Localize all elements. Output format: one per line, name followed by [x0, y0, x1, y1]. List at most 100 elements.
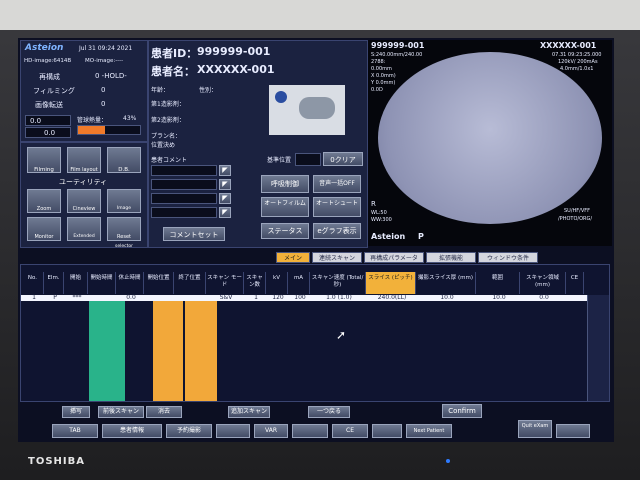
table-cell: 10.0: [492, 294, 506, 301]
comment-field-2[interactable]: [151, 179, 217, 190]
monitor-button[interactable]: Monitor: [27, 217, 61, 241]
table-cell: 10.0: [440, 294, 454, 301]
comment-set-button[interactable]: コメントセット: [163, 227, 225, 241]
contrast2-label: 第2造影剤：: [151, 117, 185, 124]
image-patient-name: XXXXXX-001: [540, 41, 597, 50]
undo-button[interactable]: 一つ戻る: [308, 406, 350, 418]
next-patient-button[interactable]: Next Patient: [406, 424, 452, 438]
column-header: スキャン モード: [206, 272, 244, 294]
column-header: Elm.: [44, 272, 64, 294]
column-header: 休止時間: [116, 272, 144, 294]
image-transfer-label: 画像転送: [35, 101, 63, 109]
image-selector-button[interactable]: Image selector: [107, 189, 141, 249]
egraph-button[interactable]: eグラフ表示: [313, 223, 361, 239]
pre-post-scan-button[interactable]: 前後スキャン: [98, 406, 144, 418]
table-cell: 240.0(LL): [377, 294, 407, 301]
posterior-marker: P: [418, 232, 424, 241]
auto-film-button[interactable]: オートフィルム: [261, 197, 309, 217]
blank-button-2[interactable]: [292, 424, 328, 438]
zero-clear-label: 0クリア: [330, 156, 356, 164]
ce-button[interactable]: CE: [332, 424, 368, 438]
quit-exam-label: Quit eXam: [521, 423, 549, 429]
var-button[interactable]: VAR: [254, 424, 288, 438]
comment-field-4[interactable]: [151, 207, 217, 218]
value-a: 0.0: [30, 117, 42, 125]
zoom-button[interactable]: Zoom: [27, 189, 61, 213]
insert-button[interactable]: 挿写: [62, 406, 90, 418]
monitor-label: Monitor: [34, 234, 54, 240]
table-scrollbar[interactable]: [587, 295, 609, 401]
table-cell: 100: [294, 294, 306, 301]
confirm-button[interactable]: Confirm: [442, 404, 482, 418]
column-header: スライス (ピッチ): [366, 272, 416, 294]
image-info-4: X 0.0mm): [371, 73, 396, 79]
zero-clear-button[interactable]: 0クリア: [323, 152, 363, 166]
add-scan-label: 追加スキャン: [230, 408, 267, 415]
comment-select-1[interactable]: ◤: [219, 165, 231, 176]
thumbnail-scanner-icon: [299, 97, 335, 119]
reserve-scan-button[interactable]: 予約撮影: [166, 424, 212, 438]
breath-control-label: 呼吸制御: [271, 180, 299, 188]
delete-label: 消去: [157, 408, 170, 415]
column-header: 開始位置: [144, 272, 174, 294]
patient-name-label: 患者名：: [151, 65, 195, 78]
breath-control-button[interactable]: 呼吸制御: [261, 175, 309, 193]
quit-exam-button[interactable]: Quit eXam: [518, 420, 552, 438]
table-cell: 1.0 (1.0): [326, 294, 352, 301]
undo-label: 一つ戻る: [316, 408, 341, 415]
tab-main[interactable]: メイン: [276, 252, 310, 263]
pointer-icon: ◤: [222, 166, 228, 174]
delete-button[interactable]: 消去: [146, 406, 182, 418]
tab-recon-params[interactable]: 再構成パラメータ: [364, 252, 424, 263]
patient-id-value: 999999-001: [197, 45, 271, 58]
app-logo: Asteion: [25, 43, 64, 53]
table-cell: S&V: [219, 294, 233, 301]
blank-button-1[interactable]: [216, 424, 250, 438]
status-button[interactable]: ステータス: [261, 223, 309, 239]
zoom-label: Zoom: [36, 206, 52, 212]
film-layout-button[interactable]: Film layout: [67, 147, 101, 173]
column-header: kV: [266, 272, 288, 294]
patient-id-label: 患者ID：: [151, 47, 198, 60]
tube-heat-value: 43%: [123, 115, 137, 122]
column-header: No.: [22, 272, 44, 294]
tube-heat-fill: [78, 126, 105, 134]
tab-window-conditions[interactable]: ウィンドウ条件: [478, 252, 538, 263]
reset-label: Reset: [117, 234, 131, 240]
blank-button-4[interactable]: [556, 424, 590, 438]
tab-extended[interactable]: 拡張機能: [426, 252, 476, 263]
comment-select-3[interactable]: ◤: [219, 193, 231, 204]
image-info-6: 0.0D: [371, 87, 383, 93]
column-header: スキャン領域 (mm): [520, 272, 566, 294]
table-cell: 0.0: [539, 294, 549, 301]
confirm-label: Confirm: [448, 407, 476, 415]
comment-field-3[interactable]: [151, 193, 217, 204]
auto-shoot-button[interactable]: オートシュート: [313, 197, 361, 217]
base-position-label: 基準位置: [267, 157, 292, 164]
column-header: CE: [566, 272, 584, 294]
image-viewport[interactable]: 999999-001 XXXXXX-001 S:240.00mm/240.00 …: [368, 40, 612, 246]
comment-field-1[interactable]: [151, 165, 217, 176]
tab-recon-params-label: 再構成パラメータ: [370, 255, 418, 262]
extended-mode-button[interactable]: Extended mode: [67, 217, 101, 277]
filming-button[interactable]: Filming: [27, 147, 61, 173]
comment-select-2[interactable]: ◤: [219, 179, 231, 190]
tab-button[interactable]: TAB: [52, 424, 98, 438]
voice-off-button[interactable]: 音声一括OFF: [313, 175, 361, 193]
base-position-field[interactable]: [295, 153, 321, 166]
mo-image-label: MO-image:----: [85, 58, 124, 64]
filming-label: フィルミング: [33, 87, 75, 95]
add-scan-button[interactable]: 追加スキャン: [228, 406, 270, 418]
tab-continuous-scan[interactable]: 連続スキャン: [312, 252, 362, 263]
patient-info-button[interactable]: 患者情報: [102, 424, 162, 438]
ct-scan-image: [378, 52, 602, 224]
comment-select-4[interactable]: ◤: [219, 207, 231, 218]
reset-button[interactable]: Reset: [107, 217, 141, 241]
pre-post-scan-label: 前後スキャン: [102, 408, 139, 415]
cineview-button[interactable]: Cineview: [67, 189, 101, 213]
column-header: 開始時間: [88, 272, 116, 294]
db-button[interactable]: D.B.: [107, 147, 141, 173]
blank-button-3[interactable]: [372, 424, 402, 438]
function-panel: Filming Film layout D.B. ユーティリティ Zoom Ci…: [20, 142, 148, 277]
date-time: Jul 31 09:24 2021: [79, 45, 133, 52]
